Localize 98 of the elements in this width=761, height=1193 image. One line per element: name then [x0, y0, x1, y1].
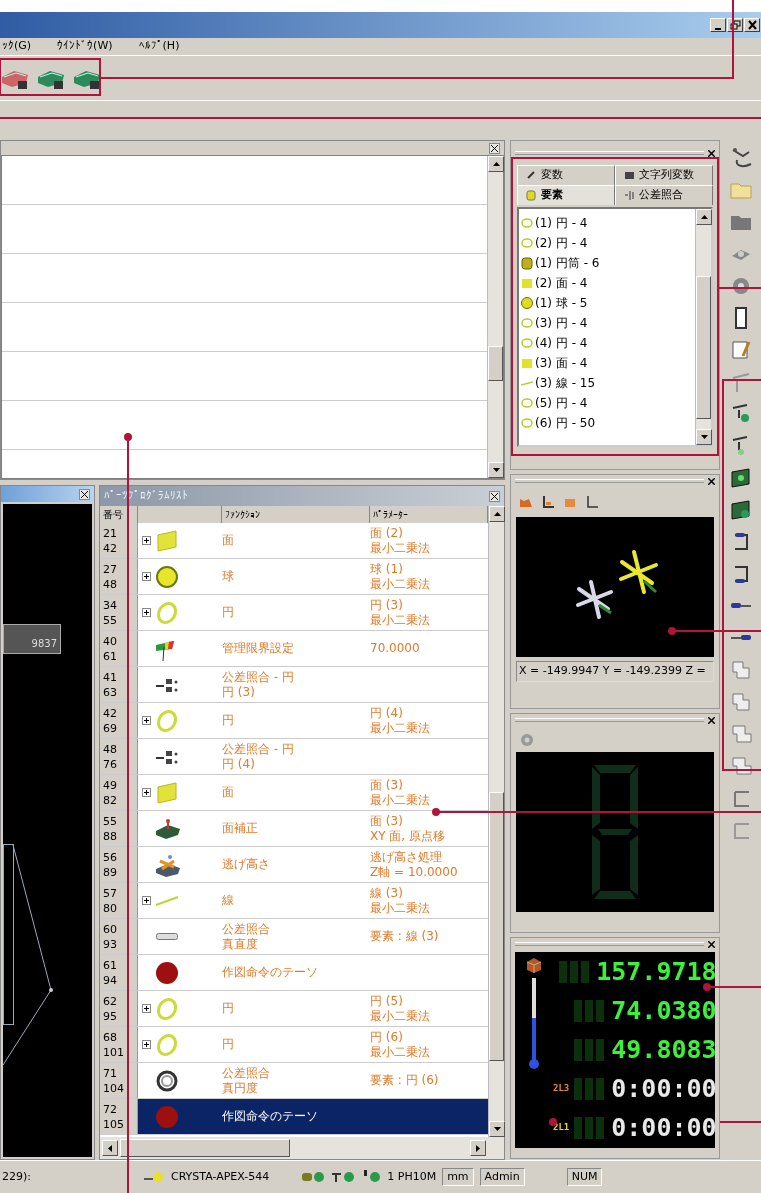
function-name: 円 [222, 605, 235, 620]
function-name: 円 [222, 1037, 235, 1052]
table-row[interactable]: 42 69 円 円 (4) 最小二乗法 [100, 703, 488, 739]
function-name: 管理限界設定 [222, 641, 295, 656]
table-row[interactable]: 27 48 球 球 (1) 最小二乗法 [100, 559, 488, 595]
function-name: 公差照合 真円度 [222, 1065, 271, 1096]
tab[interactable]: 文字列変数 [615, 165, 713, 185]
axis-tag: 2L3 [553, 1081, 570, 1096]
row-number: 21 42 [100, 523, 138, 558]
list-item[interactable]: (1) 円 - 4 [521, 213, 693, 233]
status-text: 229): [2, 1168, 31, 1185]
parameter-text: 面 (3) XY 面, 原点移 [370, 813, 446, 844]
table-row[interactable]: 56 89 逃げ高さ 逃げ高さ処理 Z軸 = 10.0000 [100, 847, 488, 883]
machine-name: CRYSTA-APEX-544 [171, 1168, 270, 1185]
table-row[interactable]: 57 80 線 線 (3) 最小二乗法 [100, 883, 488, 919]
function-name: 公差照合 真直度 [222, 921, 271, 952]
tab[interactable]: 要素 [517, 185, 615, 205]
list-item[interactable]: (3) 面 - 4 [521, 353, 693, 373]
parameter-text: 逃げ高さ処理 Z軸 = 10.0000 [370, 849, 459, 880]
row-number: 55 88 [100, 811, 138, 846]
function-name: 面 [222, 533, 235, 548]
menu-item[interactable]: ﾍﾙﾌﾟ(H) [138, 38, 180, 55]
coordinate-readout: X = -149.9947 Y = -149.2399 Z = [516, 661, 714, 682]
parameter-text: 要素 : 線 (3) [370, 929, 440, 944]
table-row[interactable]: 34 55 円 円 (3) 最小二乗法 [100, 595, 488, 631]
table-row[interactable]: 21 42 面 面 (2) 最小二乗法 [100, 523, 488, 559]
table-row[interactable]: 68 101 円 円 (6) 最小二乗法 [100, 1027, 488, 1063]
parameter-text: 球 (1) 最小二乗法 [370, 561, 431, 592]
function-name: 公差照合 - 円 円 (3) [222, 669, 295, 700]
list-item[interactable]: (5) 円 - 4 [521, 393, 693, 413]
parameter-text: 円 (5) 最小二乗法 [370, 993, 431, 1024]
tab[interactable]: 公差照合 [615, 185, 713, 205]
row-number: 60 93 [100, 919, 138, 954]
row-number: 27 48 [100, 559, 138, 594]
list-item[interactable]: (4) 円 - 4 [521, 333, 693, 353]
table-row[interactable]: 60 93 公差照合 真直度 要素 : 線 (3) [100, 919, 488, 955]
function-name: 作図命令のテーソ [222, 965, 319, 980]
table-row[interactable]: 49 82 面 面 (3) 最小二乗法 [100, 775, 488, 811]
probe-name: 1 PH10M [387, 1168, 437, 1185]
row-number: 34 55 [100, 595, 138, 630]
user-field: Admin [479, 1168, 525, 1186]
function-name: 線 [222, 893, 235, 908]
row-number: 48 76 [100, 739, 138, 774]
row-number: 62 95 [100, 991, 138, 1026]
parameter-text: 面 (2) 最小二乗法 [370, 525, 431, 556]
value-label: 9837 [3, 624, 61, 654]
row-number: 42 69 [100, 703, 138, 738]
table-row[interactable]: 61 94 作図命令のテーソ [100, 955, 488, 991]
row-number: 61 94 [100, 955, 138, 990]
parameter-text: 円 (3) 最小二乗法 [370, 597, 431, 628]
function-name: 公差照合 - 円 円 (4) [222, 741, 295, 772]
column-header[interactable]: ﾌｧﾝｸｼｮﾝ [222, 506, 370, 523]
function-name: 逃げ高さ [222, 857, 271, 872]
row-number: 40 61 [100, 631, 138, 666]
list-item[interactable]: (1) 円筒 - 6 [521, 253, 693, 273]
list-item[interactable]: (3) 線 - 15 [521, 373, 693, 393]
table-row[interactable]: 72 105 作図命令のテーソ [100, 1099, 488, 1135]
counter-value: 0:00:00 [611, 1111, 717, 1144]
parameter-text: 面 (3) 最小二乗法 [370, 777, 431, 808]
function-name: 面 [222, 785, 235, 800]
table-row[interactable]: 41 63 公差照合 - 円 円 (3) [100, 667, 488, 703]
parameter-text: 円 (4) 最小二乗法 [370, 705, 431, 736]
counter-value: 0:00:00 [611, 1072, 717, 1105]
parameter-text: 70.0000 [370, 641, 421, 656]
function-name: 円 [222, 1001, 235, 1016]
row-number: 57 80 [100, 883, 138, 918]
row-number: 49 82 [100, 775, 138, 810]
parameter-text: 円 (6) 最小二乗法 [370, 1029, 431, 1060]
keyboard-status: NUM [566, 1168, 603, 1186]
row-number: 41 63 [100, 667, 138, 702]
parameter-text: 要素 : 円 (6) [370, 1073, 440, 1088]
menu-item[interactable]: ｯｸ(G) [2, 38, 32, 55]
list-item[interactable]: (3) 円 - 4 [521, 313, 693, 333]
menu-item[interactable]: ｳｲﾝﾄﾞｳ(W) [57, 38, 113, 55]
counter-value: 49.8083 [611, 1033, 717, 1066]
table-row[interactable]: 55 88 面補正 面 (3) XY 面, 原点移 [100, 811, 488, 847]
tab[interactable]: 変数 [517, 165, 615, 185]
window-title: ﾊﾟｰﾂﾌﾟﾛｸﾞﾗﾑﾘｽﾄ [104, 487, 188, 504]
table-row[interactable]: 40 61 管理限界設定 70.0000 [100, 631, 488, 667]
counter-value: 157.9718 [596, 955, 717, 988]
list-item[interactable]: (2) 円 - 4 [521, 233, 693, 253]
axis-tag: 2L1 [553, 1120, 570, 1135]
list-item[interactable]: (2) 面 - 4 [521, 273, 693, 293]
parameter-text: 線 (3) 最小二乗法 [370, 885, 431, 916]
row-number: 56 89 [100, 847, 138, 882]
row-number: 71 104 [100, 1063, 138, 1098]
table-row[interactable]: 62 95 円 円 (5) 最小二乗法 [100, 991, 488, 1027]
table-row[interactable]: 48 76 公差照合 - 円 円 (4) [100, 739, 488, 775]
counter-value: 74.0380 [611, 994, 717, 1027]
row-number: 72 105 [100, 1099, 138, 1134]
function-name: 球 [222, 569, 235, 584]
list-item[interactable]: (6) 円 - 50 [521, 413, 693, 433]
function-name: 作図命令のテーソ [222, 1109, 319, 1124]
list-item[interactable]: (1) 球 - 5 [521, 293, 693, 313]
unit-field: mm [442, 1168, 474, 1186]
function-name: 面補正 [222, 821, 259, 836]
function-name: 円 [222, 713, 235, 728]
row-number: 68 101 [100, 1027, 138, 1062]
